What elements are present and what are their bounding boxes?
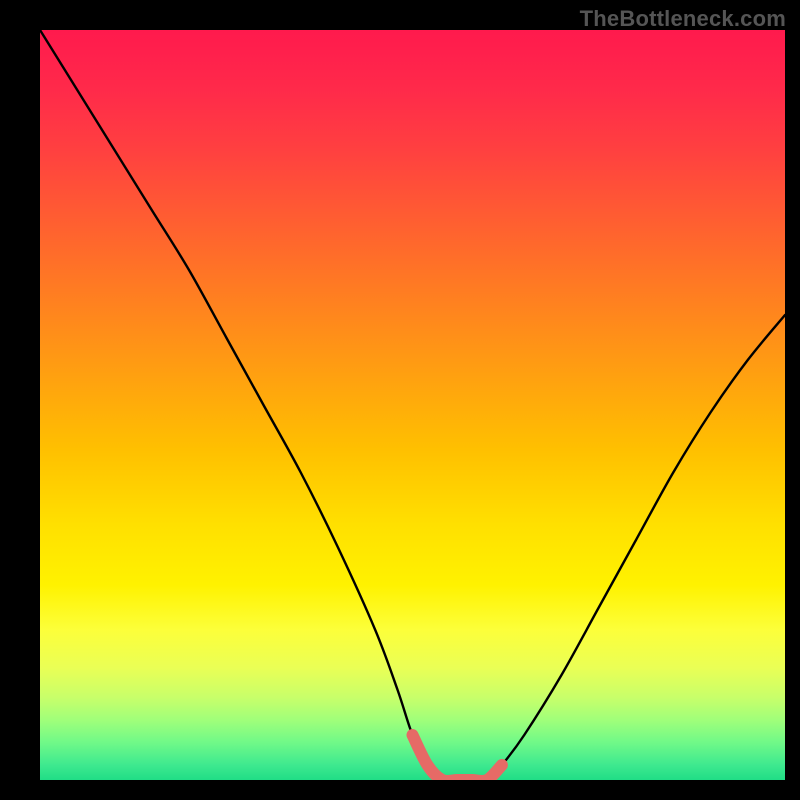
watermark-text: TheBottleneck.com — [580, 6, 786, 32]
optimal-region-highlight — [413, 735, 502, 780]
curve-layer — [40, 30, 785, 780]
chart-frame: TheBottleneck.com — [0, 0, 800, 800]
plot-area — [40, 30, 785, 780]
bottleneck-curve — [40, 30, 785, 780]
